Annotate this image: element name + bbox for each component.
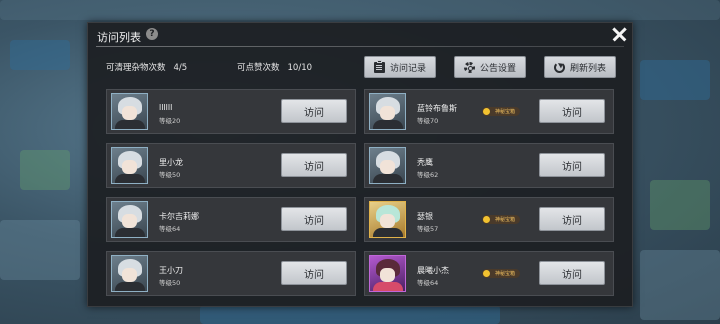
visit-button[interactable]: 访问 bbox=[539, 261, 605, 285]
player-name: 王小刀 bbox=[159, 266, 183, 275]
player-card: 里小龙 等级50 访问 bbox=[106, 143, 356, 188]
player-name: 里小龙 bbox=[159, 158, 183, 167]
player-card: 秃鹰 等级62 访问 bbox=[364, 143, 614, 188]
player-name: llllll bbox=[159, 103, 173, 112]
visit-list-dialog: 访问列表 ? 可清理杂物次数 4/5 可点赞次数 10/10 访问记录 公告设置 刷… bbox=[87, 22, 633, 307]
visit-button[interactable]: 访问 bbox=[281, 153, 347, 177]
refresh-icon bbox=[553, 61, 565, 73]
mystery-chest-badge: 神秘宝箱 bbox=[482, 269, 521, 278]
player-card: 晨曦小杰 等级64 神秘宝箱 访问 bbox=[364, 251, 614, 296]
like-count-label: 可点赞次数 bbox=[237, 63, 280, 73]
visit-record-label: 访问记录 bbox=[389, 63, 426, 74]
player-level: 等级50 bbox=[159, 279, 181, 287]
refresh-list-button[interactable]: 刷新列表 bbox=[544, 56, 616, 78]
visit-button[interactable]: 访问 bbox=[281, 99, 347, 123]
visit-button[interactable]: 访问 bbox=[281, 207, 347, 231]
avatar bbox=[369, 93, 406, 130]
avatar bbox=[369, 201, 406, 238]
player-level: 等级62 bbox=[417, 171, 439, 179]
avatar bbox=[111, 255, 148, 292]
avatar bbox=[369, 255, 406, 292]
gear-icon bbox=[463, 61, 475, 73]
clean-count-label: 可清理杂物次数 bbox=[106, 63, 166, 73]
player-name: 卡尔吉莉娜 bbox=[159, 212, 199, 221]
player-card: 瑟银 等级57 神秘宝箱 访问 bbox=[364, 197, 614, 242]
player-name: 晨曦小杰 bbox=[417, 266, 449, 275]
like-count-value: 10/10 bbox=[287, 63, 313, 73]
avatar bbox=[111, 201, 148, 238]
title-divider bbox=[96, 46, 624, 47]
player-level: 等级70 bbox=[417, 117, 439, 125]
visit-button[interactable]: 访问 bbox=[539, 153, 605, 177]
visit-record-button[interactable]: 访问记录 bbox=[364, 56, 436, 78]
visit-button[interactable]: 访问 bbox=[539, 99, 605, 123]
close-icon[interactable] bbox=[610, 25, 628, 43]
question-icon[interactable]: ? bbox=[146, 28, 158, 40]
player-card: 蓝铃布鲁斯 等级70 神秘宝箱 访问 bbox=[364, 89, 614, 134]
player-name: 秃鹰 bbox=[417, 158, 433, 167]
avatar bbox=[111, 93, 148, 130]
mystery-chest-badge: 神秘宝箱 bbox=[482, 215, 521, 224]
notice-settings-button[interactable]: 公告设置 bbox=[454, 56, 526, 78]
refresh-list-label: 刷新列表 bbox=[569, 63, 606, 74]
clean-count-stat: 可清理杂物次数 4/5 bbox=[106, 61, 187, 73]
player-level: 等级50 bbox=[159, 171, 181, 179]
avatar bbox=[369, 147, 406, 184]
player-card: llllll 等级20 访问 bbox=[106, 89, 356, 134]
like-count-stat: 可点赞次数 10/10 bbox=[237, 61, 312, 73]
player-level: 等级57 bbox=[417, 225, 439, 233]
player-level: 等级64 bbox=[417, 279, 439, 287]
notice-settings-label: 公告设置 bbox=[479, 63, 516, 74]
player-card: 卡尔吉莉娜 等级64 访问 bbox=[106, 197, 356, 242]
clean-count-value: 4/5 bbox=[173, 63, 188, 73]
player-level: 等级64 bbox=[159, 225, 181, 233]
player-card: 王小刀 等级50 访问 bbox=[106, 251, 356, 296]
dialog-title: 访问列表 bbox=[97, 31, 141, 44]
document-icon bbox=[373, 59, 385, 73]
player-level: 等级20 bbox=[159, 117, 181, 125]
player-name: 瑟银 bbox=[417, 212, 433, 221]
visit-button[interactable]: 访问 bbox=[539, 207, 605, 231]
visit-button[interactable]: 访问 bbox=[281, 261, 347, 285]
player-name: 蓝铃布鲁斯 bbox=[417, 104, 457, 113]
avatar bbox=[111, 147, 148, 184]
mystery-chest-badge: 神秘宝箱 bbox=[482, 107, 521, 116]
